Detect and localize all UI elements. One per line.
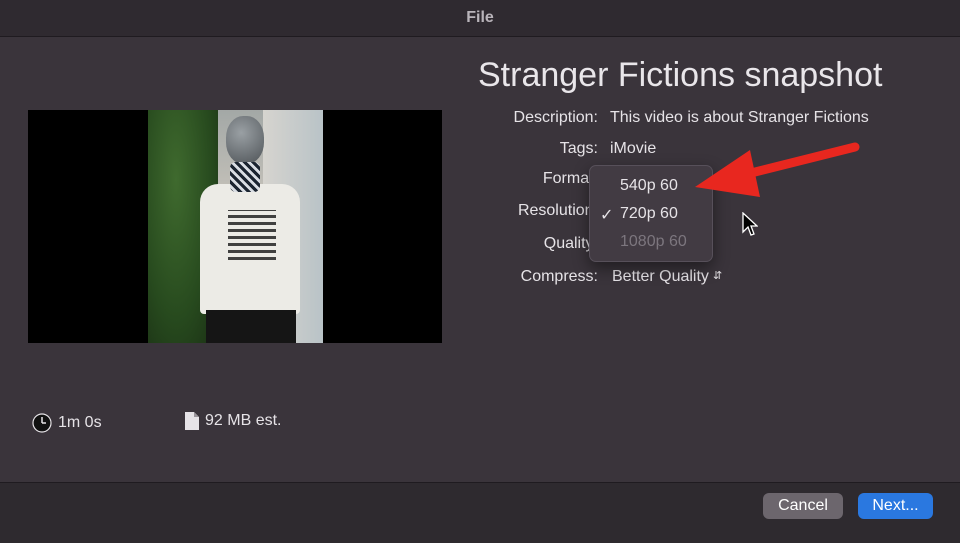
mouse-cursor-icon — [742, 212, 758, 236]
description-field[interactable]: This video is about Stranger Fictions — [610, 109, 869, 127]
compress-popup[interactable]: Better Quality ⇵ — [612, 268, 722, 286]
page-title: Stranger Fictions snapshot — [478, 56, 883, 94]
size-value: 92 MB est. — [205, 412, 282, 429]
title-bar: File — [0, 0, 960, 37]
up-down-chevron-icon: ⇵ — [712, 270, 723, 282]
tags-label: Tags: — [559, 140, 598, 157]
video-preview — [28, 110, 442, 343]
checkmark-icon: ✓ — [600, 207, 614, 224]
duration-value: 1m 0s — [58, 414, 102, 431]
resolution-label: Resolution: — [517, 202, 598, 219]
red-arrow-icon — [695, 142, 860, 197]
size-info: 92 MB est. — [185, 412, 281, 430]
tags-field[interactable]: iMovie — [610, 140, 656, 158]
document-icon — [185, 412, 199, 430]
description-label: Description: — [513, 109, 598, 126]
window-title: File — [466, 9, 494, 26]
next-button[interactable]: Next... — [858, 493, 933, 519]
compress-label: Compress: — [520, 268, 598, 285]
menu-item-1080p: 1080p 60 — [620, 233, 687, 250]
preview-image — [148, 110, 323, 343]
duration-info: 1m 0s — [32, 413, 102, 433]
cancel-button[interactable]: Cancel — [763, 493, 843, 519]
compress-value: Better Quality — [612, 268, 709, 285]
clock-icon — [32, 413, 52, 433]
